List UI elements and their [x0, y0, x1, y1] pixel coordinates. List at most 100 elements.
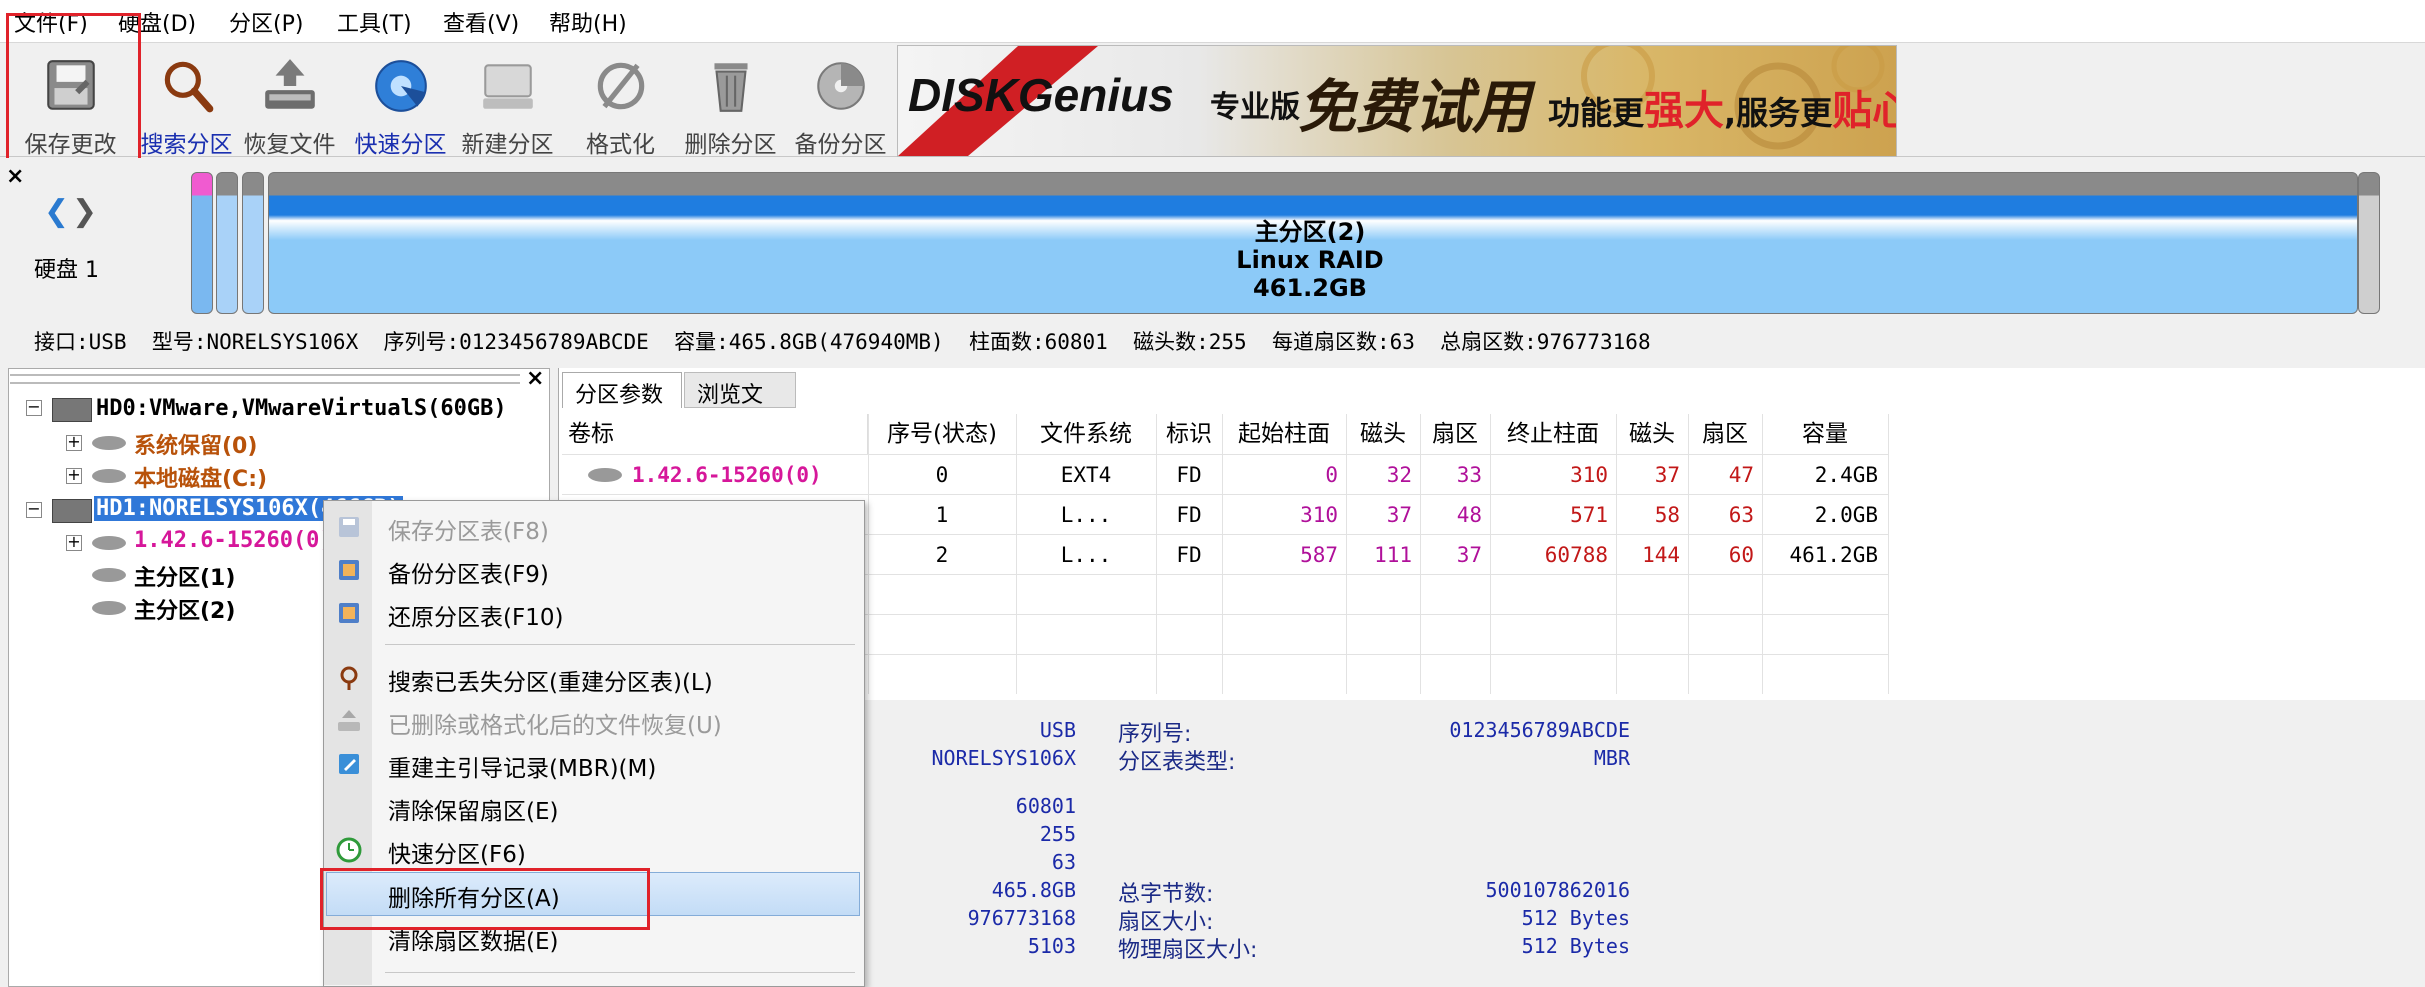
disk-prev-icon[interactable]: ❮ [44, 194, 69, 229]
ctx-restore-partition-table[interactable]: 还原分区表(F10) [388, 598, 563, 632]
cell-index: 1 [935, 503, 949, 527]
format-button[interactable]: 格式化 [568, 43, 673, 158]
format-icon [597, 62, 644, 110]
col-capacity[interactable]: 容量 [1762, 414, 1889, 454]
close-diskmap-icon[interactable]: × [6, 164, 24, 189]
partition-icon [92, 568, 126, 582]
cell-start-cyl: 587 [1300, 543, 1338, 567]
cell-start-sector: 33 [1456, 463, 1482, 487]
search-partition-button[interactable]: 搜索分区 [134, 43, 239, 158]
col-index[interactable]: 序号(状态) [868, 414, 1017, 454]
tree-hd0[interactable]: HD0:VMware,VMwareVirtualS(60GB) [96, 396, 507, 421]
partition-fs: Linux RAID [1236, 246, 1384, 274]
detail-ptype-value: MBR [1593, 746, 1630, 770]
col-volume-label[interactable]: 卷标 [562, 414, 868, 454]
partition-caption: 主分区(2) Linux RAID 461.2GB [1100, 218, 1520, 302]
cell-end-head: 37 [1654, 463, 1680, 487]
ctx-backup-partition-table[interactable]: 备份分区表(F9) [388, 555, 549, 589]
pane-grip[interactable] [10, 374, 520, 384]
cell-start-sector: 48 [1456, 503, 1482, 527]
search-partition-label: 搜索分区 [140, 132, 233, 158]
promo-banner[interactable]: DISKGenius 专业版 免费试用 功能更强大,服务更贴心 [897, 45, 1897, 157]
partition-icon [92, 536, 126, 550]
tree-collapse-icon[interactable]: − [26, 399, 42, 416]
recover-files-button[interactable]: 恢复文件 [237, 43, 342, 158]
tab-browse-files[interactable]: 浏览文件 [684, 372, 796, 440]
col-end-cyl[interactable]: 终止柱面 [1490, 414, 1617, 454]
detail-physsector-value: 512 Bytes [1521, 934, 1630, 958]
cell-end-sector: 63 [1728, 503, 1754, 527]
delete-partition-button[interactable]: 删除分区 [678, 43, 783, 158]
col-filesystem[interactable]: 文件系统 [1016, 414, 1157, 454]
tab-partition-params[interactable]: 分区参数 [562, 372, 682, 408]
ctx-save-partition-table[interactable]: 保存分区表(F8) [388, 512, 549, 546]
close-tree-icon[interactable]: × [526, 366, 544, 391]
banner-logo: DISKGenius [908, 69, 1174, 121]
ctx-search-lost-partitions[interactable]: 搜索已丢失分区(重建分区表)(L) [388, 663, 713, 697]
format-label: 格式化 [586, 132, 655, 158]
cell-start-cyl: 0 [1325, 463, 1338, 487]
new-partition-label: 新建分区 [461, 132, 554, 158]
menu-tools[interactable]: 工具(T) [337, 6, 412, 38]
banner-slogan-more: 功能更 [1548, 94, 1645, 132]
cell-capacity: 2.4GB [1814, 463, 1878, 487]
tree-hd0-p2[interactable]: 本地磁盘(C:) [134, 461, 267, 493]
cell-capacity: 461.2GB [1789, 543, 1878, 567]
partition-size: 461.2GB [1253, 274, 1367, 302]
banner-edition: 专业版 [1210, 90, 1300, 125]
delete-partition-label: 删除分区 [684, 132, 777, 158]
banner-slogan-free: 免费试用 [1298, 73, 1531, 141]
partition-icon [92, 601, 126, 615]
col-start-head[interactable]: 磁头 [1346, 414, 1421, 454]
cell-volume: 1.42.6-15260(0) [632, 463, 822, 487]
save-table-icon [339, 517, 359, 537]
tree-hd1-p1[interactable]: 1.42.6-15260(0) [134, 528, 333, 553]
col-start-cyl[interactable]: 起始柱面 [1222, 414, 1347, 454]
grid-line [1888, 414, 1889, 694]
cell-end-head: 144 [1642, 543, 1680, 567]
detail-ptype-label: 分区表类型: [1118, 750, 1236, 775]
ctx-quick-partition[interactable]: 快速分区(F6) [388, 835, 526, 869]
disk-seg-partition-1[interactable] [216, 172, 238, 314]
col-start-sector[interactable]: 扇区 [1420, 414, 1491, 454]
disk-seg-partition-0[interactable] [191, 172, 213, 314]
cell-end-head: 58 [1654, 503, 1680, 527]
ctx-rebuild-mbr[interactable]: 重建主引导记录(MBR)(M) [388, 749, 656, 783]
cell-capacity: 2.0GB [1814, 503, 1878, 527]
detail-spt-value: 63 [1051, 850, 1076, 874]
tree-collapse-icon[interactable]: − [26, 501, 42, 518]
cell-start-head: 32 [1386, 463, 1412, 487]
cell-start-sector: 37 [1456, 543, 1482, 567]
col-end-sector[interactable]: 扇区 [1688, 414, 1763, 454]
search-lost-icon [340, 666, 358, 690]
partition-icon [92, 436, 126, 450]
disk-seg-tail[interactable] [2358, 172, 2380, 314]
tree-hd1-p2[interactable]: 主分区(1) [134, 560, 235, 592]
menu-partition[interactable]: 分区(P) [229, 6, 303, 38]
backup-partition-button[interactable]: 备份分区 [788, 43, 893, 158]
tree-expand-icon[interactable]: + [66, 434, 82, 451]
ctx-recover-deleted-files[interactable]: 已删除或格式化后的文件恢复(U) [388, 706, 722, 740]
tree-expand-icon[interactable]: + [66, 534, 82, 551]
recover-files-label: 恢复文件 [243, 132, 336, 158]
detail-capacity-value: 465.8GB [991, 878, 1076, 902]
tree-expand-icon[interactable]: + [66, 467, 82, 484]
grid-line [562, 494, 1888, 495]
rebuild-mbr-icon [339, 754, 359, 774]
tree-hd0-p1[interactable]: 系统保留(0) [134, 428, 257, 460]
new-partition-button[interactable]: 新建分区 [455, 43, 560, 158]
detail-cylinders-value: 60801 [1015, 794, 1076, 818]
menu-help[interactable]: 帮助(H) [549, 6, 627, 38]
disk-seg-unalloc[interactable] [242, 172, 264, 314]
quick-partition-button[interactable]: 快速分区 [348, 43, 453, 158]
menu-view[interactable]: 查看(V) [443, 6, 519, 38]
disk-next-icon[interactable]: ❯ [72, 194, 97, 229]
quick-partition-label: 快速分区 [354, 132, 447, 158]
col-end-head[interactable]: 磁头 [1616, 414, 1689, 454]
tree-hd1-p3[interactable]: 主分区(2) [134, 593, 235, 625]
detail-model-value: NORELSYS106X [931, 746, 1077, 770]
ctx-clear-reserved-sectors[interactable]: 清除保留扇区(E) [388, 792, 558, 826]
backup-partition-label: 备份分区 [794, 132, 887, 158]
cell-index: 2 [935, 543, 949, 567]
col-id[interactable]: 标识 [1156, 414, 1223, 454]
